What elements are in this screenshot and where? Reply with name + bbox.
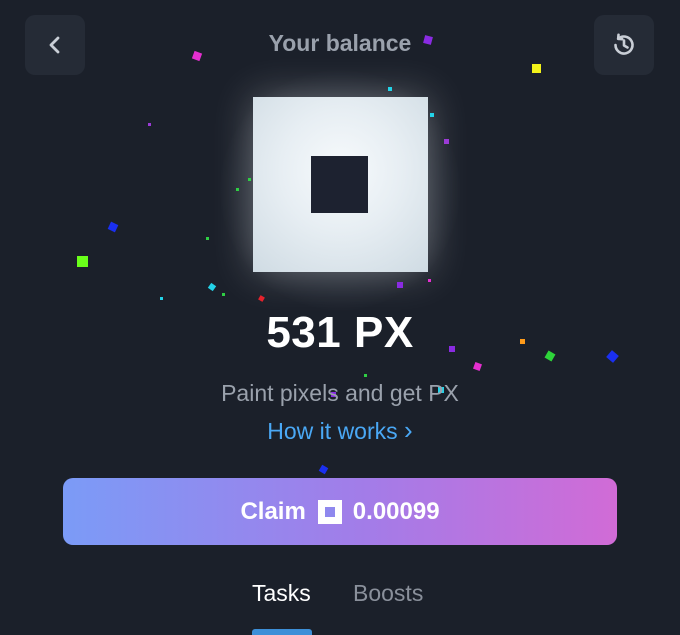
how-it-works-link[interactable]: How it works › bbox=[0, 415, 680, 446]
confetti-piece bbox=[258, 295, 265, 302]
balance-screen: Your balance 531 PX Paint pixels and get… bbox=[0, 0, 680, 635]
active-tab-indicator bbox=[252, 629, 312, 635]
balance-subtitle: Paint pixels and get PX bbox=[221, 380, 459, 406]
confetti-piece bbox=[364, 374, 367, 377]
px-token-icon bbox=[317, 499, 342, 524]
confetti-piece bbox=[222, 293, 225, 296]
confetti-piece bbox=[318, 464, 329, 475]
confetti-piece bbox=[107, 221, 119, 233]
history-button[interactable] bbox=[594, 15, 654, 75]
page-title: Your balance bbox=[268, 30, 412, 56]
confetti-piece bbox=[207, 282, 217, 292]
claim-label: Claim bbox=[240, 497, 306, 525]
confetti-piece bbox=[532, 64, 541, 73]
how-it-works-label: How it works bbox=[267, 418, 398, 444]
px-token-logo bbox=[253, 97, 428, 272]
tab-tasks[interactable]: Tasks bbox=[252, 580, 311, 607]
confetti-piece bbox=[77, 256, 88, 267]
claim-amount: 0.00099 bbox=[352, 497, 440, 525]
balance-amount: 531 PX bbox=[266, 308, 414, 357]
confetti-piece bbox=[473, 362, 482, 371]
history-icon bbox=[614, 33, 634, 55]
tab-boosts[interactable]: Boosts bbox=[353, 580, 423, 607]
confetti-piece bbox=[160, 297, 163, 300]
confetti-piece bbox=[206, 237, 209, 240]
claim-button[interactable]: Claim 0.00099 bbox=[63, 478, 617, 545]
px-token-logo-inner bbox=[311, 156, 368, 213]
confetti-piece bbox=[428, 279, 431, 282]
chevron-right-icon: › bbox=[404, 415, 413, 445]
confetti-piece bbox=[148, 123, 151, 126]
